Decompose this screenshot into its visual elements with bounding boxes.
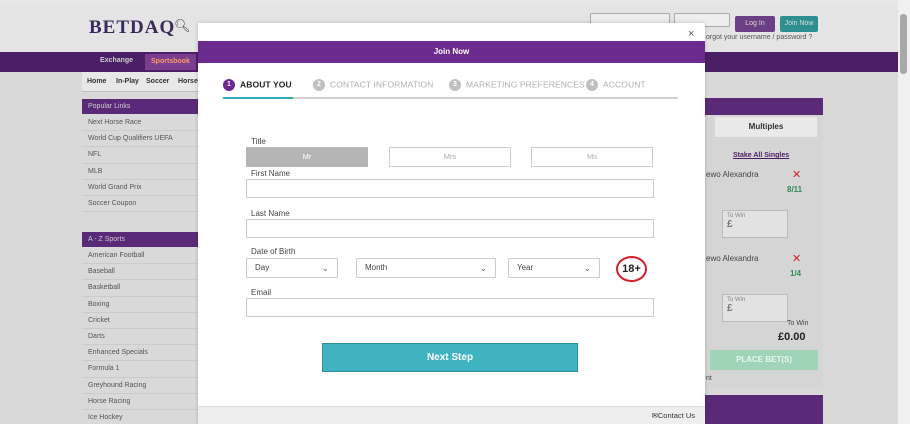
sport-link[interactable]: Greyhound Racing — [82, 378, 200, 394]
stake-input-1[interactable]: To Win £ — [722, 210, 788, 238]
step-label: CONTACT INFORMATION — [330, 79, 434, 90]
place-bet-button[interactable]: PLACE BET(S) — [710, 350, 818, 370]
chevron-down-icon: ⌄ — [479, 263, 487, 273]
step-label: MARKETING PREFERENCES — [466, 79, 585, 90]
sport-link[interactable]: Horse Racing — [82, 394, 200, 410]
first-name-label: First Name — [251, 169, 291, 178]
stake-all-singles-link[interactable]: Stake All Singles — [733, 152, 789, 159]
subnav-inplay[interactable]: In-Play — [116, 78, 139, 85]
subnav-home[interactable]: Home — [87, 78, 106, 85]
to-win-label: To Win — [787, 320, 809, 327]
contact-us-label: Contact Us — [657, 411, 695, 420]
popular-link[interactable]: Next Horse Race — [82, 115, 200, 132]
selection-1-name: ewo Alexandra — [706, 170, 759, 179]
selection-1-odds: 8/11 — [787, 185, 803, 194]
to-win-value: £0.00 — [778, 331, 806, 343]
title-mr-button[interactable]: Mr — [246, 147, 368, 167]
contact-us-link[interactable]: ✉Contact Us — [652, 411, 695, 420]
popular-link[interactable]: Soccer Coupon — [82, 196, 200, 213]
next-step-button[interactable]: Next Step — [322, 343, 578, 372]
promo-banner[interactable] — [705, 395, 823, 424]
sport-link[interactable]: Enhanced Specials — [82, 345, 200, 362]
age-18-badge: 18+ — [616, 256, 647, 282]
popular-links-list: Next Horse Race World Cup Qualifiers UEF… — [82, 115, 200, 213]
currency-symbol: £ — [727, 303, 733, 314]
chevron-down-icon: ⌄ — [321, 263, 329, 273]
site-logo[interactable]: BETDAQ — [89, 17, 175, 39]
betslip-panel — [705, 98, 823, 388]
nav-exchange[interactable]: Exchange — [100, 57, 133, 64]
stake-input-2[interactable]: To Win £ — [722, 294, 788, 322]
last-name-label: Last Name — [251, 209, 290, 218]
step-contact-information[interactable]: 2 CONTACT INFORMATION — [313, 79, 433, 91]
sport-link[interactable]: Baseball — [82, 264, 200, 281]
popular-link[interactable]: World Cup Qualifiers UEFA — [82, 131, 200, 148]
nav-sportsbook[interactable]: Sportsbook — [145, 54, 196, 70]
step-progress-fill — [223, 97, 293, 99]
step-marketing-preferences[interactable]: 3 MARKETING PREFERENCES — [449, 79, 585, 91]
login-button[interactable]: Log In — [735, 16, 775, 32]
remove-selection-2-icon[interactable]: ✕ — [792, 252, 801, 265]
remove-selection-1-icon[interactable]: ✕ — [792, 168, 801, 181]
email-label: Email — [251, 288, 272, 297]
chevron-down-icon: ⌄ — [583, 263, 591, 273]
subnav-horse[interactable]: Horse — [178, 78, 198, 85]
sport-link[interactable]: American Football — [82, 248, 200, 265]
sport-link[interactable]: Cricket — [82, 313, 200, 329]
dob-day-select[interactable]: Day ⌄ — [246, 258, 338, 278]
email-field[interactable] — [246, 298, 654, 317]
step-account[interactable]: 4 ACCOUNT — [586, 79, 646, 91]
sport-link[interactable]: Basketball — [82, 280, 200, 297]
step-number: 3 — [449, 79, 461, 91]
step-indicator: 1 ABOUT YOU 2 CONTACT INFORMATION 3 MARKETI… — [223, 79, 678, 99]
az-sports-list: American Football Baseball Basketball Bo… — [82, 248, 200, 424]
subnav-soccer[interactable]: Soccer — [146, 78, 169, 85]
sub-nav: Home In-Play Soccer Horse — [82, 72, 202, 92]
dob-month-value: Month — [365, 263, 388, 272]
scrollbar-thumb[interactable] — [900, 14, 907, 74]
dob-month-select[interactable]: Month ⌄ — [356, 258, 496, 278]
step-label: ACCOUNT — [603, 79, 646, 90]
first-name-field[interactable] — [246, 179, 654, 198]
popular-link[interactable]: MLB — [82, 164, 200, 180]
step-number: 2 — [313, 79, 325, 91]
sport-link[interactable]: Formula 1 — [82, 361, 200, 378]
popular-links-header[interactable]: Popular Links — [82, 99, 200, 114]
modal-footer: ✉Contact Us — [198, 406, 705, 424]
modal-title: Join Now — [198, 41, 705, 63]
title-mrs-button[interactable]: Mrs — [389, 147, 511, 167]
title-label: Title — [251, 137, 266, 146]
step-number: 1 — [223, 79, 235, 91]
join-modal: × Join Now 1 ABOUT YOU 2 CONTACT INFORMATI… — [198, 23, 705, 424]
dob-day-value: Day — [255, 263, 270, 272]
betslip-header[interactable] — [705, 98, 823, 115]
search-icon[interactable]: 🔍︎ — [174, 18, 191, 34]
selection-2-odds: 1/4 — [790, 269, 802, 278]
dob-label: Date of Birth — [251, 247, 296, 256]
sport-link[interactable]: Ice Hockey — [82, 410, 200, 424]
step-label: ABOUT YOU — [240, 79, 292, 90]
popular-link[interactable]: NFL — [82, 147, 200, 164]
sport-link[interactable]: Boxing — [82, 297, 200, 313]
last-name-field[interactable] — [246, 219, 654, 238]
step-number: 4 — [586, 79, 598, 91]
az-sports-header[interactable]: A - Z Sports — [82, 232, 200, 247]
multiples-tab[interactable]: Multiples — [715, 117, 817, 137]
sport-link[interactable]: Darts — [82, 329, 200, 346]
forgot-credentials-link[interactable]: orgot your username / password ? — [706, 34, 812, 41]
betslip-text: nt — [706, 375, 712, 382]
popular-link[interactable]: World Grand Prix — [82, 180, 200, 196]
dob-year-select[interactable]: Year ⌄ — [508, 258, 600, 278]
header-join-button[interactable]: Join Now — [780, 16, 818, 32]
close-icon[interactable]: × — [688, 28, 694, 40]
title-ms-button[interactable]: Ms — [531, 147, 653, 167]
step-about-you[interactable]: 1 ABOUT YOU — [223, 79, 292, 91]
dob-year-value: Year — [517, 263, 534, 272]
selection-2-name: ewo Alexandra — [706, 254, 759, 263]
currency-symbol: £ — [727, 219, 733, 230]
